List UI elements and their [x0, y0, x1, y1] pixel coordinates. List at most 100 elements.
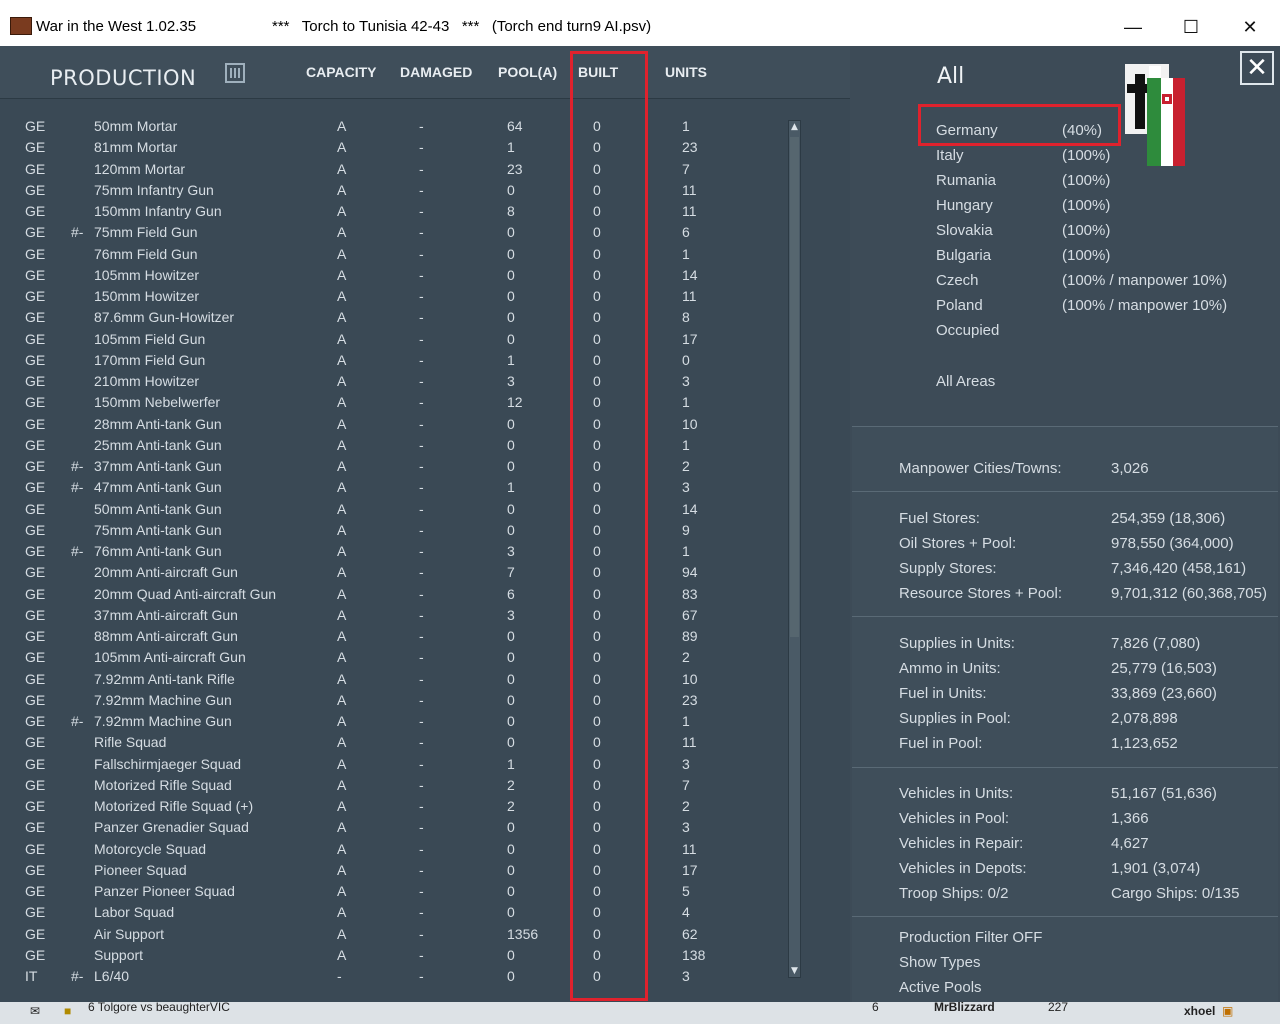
column-units[interactable]: UNITS [665, 64, 707, 80]
capacity-cell: A [337, 883, 347, 899]
window-titlebar[interactable]: War in the West 1.02.35 *** Torch to Tun… [0, 0, 1280, 46]
table-row[interactable]: GE 150mm Nebelwerfer A -12 0 1 [0, 392, 790, 413]
equipment-name-cell: 210mm Howitzer [94, 373, 200, 389]
stat-value: 3,026 [1111, 460, 1149, 477]
table-row[interactable]: GE 105mm Anti-aircraft Gun A -0 0 2 [0, 647, 790, 668]
equipment-name-cell: 81mm Mortar [94, 139, 178, 156]
table-row[interactable]: GE #- 75mm Field Gun A -0 0 6 [0, 222, 790, 243]
minimize-button[interactable]: — [1110, 10, 1156, 44]
equipment-name-cell: Motorized Rifle Squad [94, 776, 232, 793]
table-row[interactable]: GE Rifle Squad A -0 0 11 [0, 732, 790, 753]
table-row[interactable]: GE 7.92mm Anti-tank Rifle A -0 0 10 [0, 669, 790, 690]
nation-cell: GE [25, 118, 46, 134]
capacity-cell: A [337, 776, 347, 793]
table-row[interactable]: GE #- 7.92mm Machine Gun A -0 0 1 [0, 711, 790, 732]
table-row[interactable]: GE Fallschirmjaeger Squad A -1 0 3 [0, 754, 790, 775]
units-cell: 1 [682, 436, 690, 453]
column-damaged[interactable]: DAMAGED [400, 64, 472, 80]
table-row[interactable]: GE 210mm Howitzer A -3 0 3 [0, 371, 790, 392]
table-row[interactable]: GE Labor Squad A -0 0 4 [0, 902, 790, 923]
table-row[interactable]: GE Air Support A -1356 0 62 [0, 924, 790, 945]
table-row[interactable]: GE 20mm Anti-aircraft Gun A -7 0 94 [0, 562, 790, 583]
nation-cell: GE [25, 670, 46, 687]
table-row[interactable]: GE 105mm Field Gun A -0 0 17 [0, 329, 790, 350]
table-row[interactable]: GE 88mm Anti-aircraft Gun A -0 0 89 [0, 626, 790, 647]
scroll-up-icon[interactable]: ▲ [789, 121, 800, 133]
table-row[interactable]: GE Motorized Rifle Squad (+) A -2 0 2 [0, 796, 790, 817]
table-row[interactable]: GE #- 37mm Anti-tank Gun A -0 0 2 [0, 456, 790, 477]
nation-item[interactable]: Occupied [936, 322, 999, 339]
maximize-button[interactable]: ☐ [1168, 10, 1214, 44]
damaged-cell: - [419, 883, 424, 899]
table-row[interactable]: GE 76mm Field Gun A -0 0 1 [0, 244, 790, 265]
table-row[interactable]: GE 81mm Mortar A -1 0 23 [0, 137, 790, 158]
table-row[interactable]: GE 37mm Anti-aircraft Gun A -3 0 67 [0, 605, 790, 626]
units-cell: 1 [682, 543, 690, 559]
nation-item[interactable]: Hungary [936, 197, 993, 214]
column-pool[interactable]: POOL(A) [498, 64, 557, 80]
table-row[interactable]: GE #- 47mm Anti-tank Gun A -1 0 3 [0, 477, 790, 498]
pool-cell: 1 [507, 139, 515, 156]
nation-item[interactable]: Bulgaria [936, 247, 991, 264]
germany-highlight [918, 104, 1121, 146]
pool-cell: 1 [507, 479, 515, 496]
nation-item[interactable]: Italy [936, 147, 964, 164]
capacity-cell: A [337, 649, 347, 666]
table-row[interactable]: GE 105mm Howitzer A -0 0 14 [0, 265, 790, 286]
nation-item[interactable]: Czech [936, 272, 979, 289]
all-nations-label[interactable]: All [937, 64, 964, 89]
show-types-button[interactable]: Show Types [899, 954, 980, 971]
table-row[interactable]: GE 50mm Mortar A -64 0 1 [0, 116, 790, 137]
production-filter-button[interactable]: Production Filter OFF [899, 929, 1042, 946]
table-row[interactable]: GE 28mm Anti-tank Gun A -0 0 10 [0, 414, 790, 435]
column-capacity[interactable]: CAPACITY [306, 64, 377, 80]
table-row[interactable]: GE 7.92mm Machine Gun A -0 0 23 [0, 690, 790, 711]
pool-cell: 0 [507, 436, 515, 453]
calculator-icon[interactable] [225, 63, 245, 83]
capacity-cell: A [337, 585, 347, 602]
nation-cell: GE [25, 521, 46, 538]
pool-cell: 0 [507, 670, 515, 687]
nation-item[interactable]: Poland [936, 297, 983, 314]
equipment-name-cell: Rifle Squad [94, 734, 167, 751]
table-row[interactable]: GE 20mm Quad Anti-aircraft Gun A -6 0 83 [0, 584, 790, 605]
nation-percent: (100% / manpower 10%) [1062, 272, 1228, 289]
nation-item[interactable]: Slovakia [936, 222, 993, 239]
table-row[interactable]: GE 120mm Mortar A -23 0 7 [0, 159, 790, 180]
damaged-cell: - [419, 628, 424, 644]
capacity-cell: A [337, 521, 347, 538]
table-row[interactable]: GE Panzer Pioneer Squad A -0 0 5 [0, 881, 790, 902]
table-row[interactable]: GE Motorized Rifle Squad A -2 0 7 [0, 775, 790, 796]
nation-item[interactable]: Rumania [936, 172, 996, 189]
window-close-button[interactable]: ✕ [1227, 10, 1273, 44]
equipment-name-cell: 50mm Mortar [94, 118, 178, 134]
production-title: PRODUCTION [50, 66, 197, 90]
table-row[interactable]: GE 87.6mm Gun-Howitzer A -0 0 8 [0, 307, 790, 328]
table-row[interactable]: GE Support A -0 0 138 [0, 945, 790, 966]
table-row[interactable]: GE 150mm Howitzer A -0 0 11 [0, 286, 790, 307]
table-row[interactable]: GE 75mm Anti-tank Gun A -0 0 9 [0, 520, 790, 541]
table-row[interactable]: GE #- 76mm Anti-tank Gun A -3 0 1 [0, 541, 790, 562]
table-row[interactable]: GE 170mm Field Gun A -1 0 0 [0, 350, 790, 371]
table-row[interactable]: GE 25mm Anti-tank Gun A -0 0 1 [0, 435, 790, 456]
all-areas-link[interactable]: All Areas [936, 373, 995, 390]
nation-cell: GE [25, 394, 46, 411]
table-row[interactable]: GE Pioneer Squad A -0 0 17 [0, 860, 790, 881]
table-row[interactable]: GE Panzer Grenadier Squad A -0 0 3 [0, 817, 790, 838]
scroll-thumb[interactable] [790, 137, 799, 637]
pool-cell: 0 [507, 628, 515, 644]
active-pools-button[interactable]: Active Pools [899, 979, 982, 996]
table-row[interactable]: GE 75mm Infantry Gun A -0 0 11 [0, 180, 790, 201]
close-panel-button[interactable]: ✕ [1240, 51, 1274, 85]
scroll-down-icon[interactable]: ▼ [789, 965, 800, 977]
damaged-cell: - [419, 925, 424, 942]
table-row[interactable]: IT #- L6/40- -0 0 3 [0, 966, 790, 987]
table-row[interactable]: GE Motorcycle Squad A -0 0 11 [0, 839, 790, 860]
production-scrollbar[interactable]: ▲ ▼ [788, 120, 801, 978]
nation-percent: (100%) [1062, 172, 1111, 189]
table-row[interactable]: GE 150mm Infantry Gun A -8 0 11 [0, 201, 790, 222]
units-cell: 11 [682, 181, 697, 198]
nation-cell: GE [25, 139, 46, 156]
equipment-name-cell: 75mm Anti-tank Gun [94, 521, 222, 538]
table-row[interactable]: GE 50mm Anti-tank Gun A -0 0 14 [0, 499, 790, 520]
